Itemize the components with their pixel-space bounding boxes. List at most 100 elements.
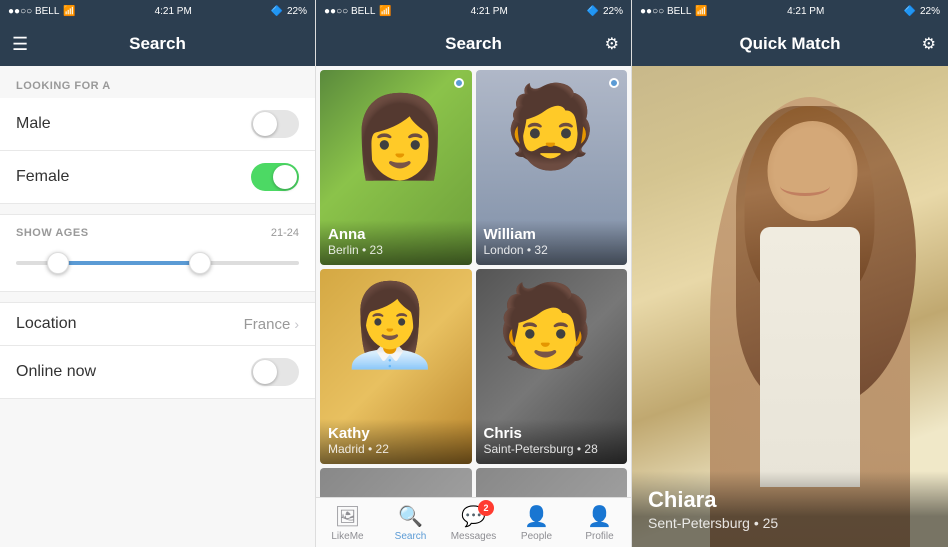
likeme-icon: 🖼	[335, 504, 360, 529]
online-indicator-anna	[454, 78, 464, 88]
tab-messages[interactable]: 💬 2 Messages	[442, 498, 505, 547]
tab-likeme[interactable]: 🖼 LikeMe	[316, 498, 379, 547]
filter-icon-3[interactable]: ⚙	[922, 34, 936, 54]
location-label: Location	[16, 315, 77, 333]
carrier-1: ●●○○ BELL	[8, 6, 59, 17]
age-section: SHOW AGES 21-24	[0, 214, 315, 292]
bluetooth-icon-1: 🔷	[271, 6, 283, 17]
result-name-kathy: Kathy	[328, 425, 464, 442]
status-right-2: 🔷 22%	[587, 6, 623, 17]
status-left-2: ●●○○ BELL 📶	[324, 6, 392, 17]
slider-thumb-left[interactable]	[47, 252, 69, 274]
female-toggle[interactable]	[251, 163, 299, 191]
quickmatch-name: Chiara	[648, 487, 932, 513]
results-grid-container: Anna Berlin • 23 William London • 32 Kat…	[316, 66, 631, 497]
filters-body: LOOKING FOR A Male Female SHOW AGES 21-2…	[0, 66, 315, 547]
tab-people[interactable]: 👤 People	[505, 498, 568, 547]
location-value-text: France	[244, 316, 291, 333]
female-label: Female	[16, 168, 69, 186]
tab-bar: 🖼 LikeMe 🔍 Search 💬 2 Messages 👤 People …	[316, 497, 631, 547]
battery-3: 22%	[920, 6, 940, 17]
slider-fill	[58, 261, 200, 265]
result-location-chris: Saint-Petersburg • 28	[484, 442, 620, 456]
filter-icon-2[interactable]: ⚙	[605, 34, 619, 54]
smile-shape	[780, 176, 830, 196]
quickmatch-location-sep: •	[754, 515, 763, 531]
quickmatch-location-text: Sent-Petersburg	[648, 515, 750, 531]
bluetooth-icon-2: 🔷	[587, 6, 599, 17]
online-indicator-william	[609, 78, 619, 88]
search-icon: 🔍	[398, 504, 423, 529]
slider-thumb-right[interactable]	[189, 252, 211, 274]
nav-bar-1: ☰ Search	[0, 22, 315, 66]
result-card-william[interactable]: William London • 32	[476, 70, 628, 265]
search-label: Search	[395, 531, 427, 542]
slider-track	[16, 261, 299, 265]
card-info-william: William London • 32	[476, 220, 628, 265]
result-card-anna[interactable]: Anna Berlin • 23	[320, 70, 472, 265]
body-shape	[760, 227, 860, 487]
messages-label: Messages	[451, 531, 497, 542]
panel-search-results: ●●○○ BELL 📶 4:21 PM 🔷 22% Search ⚙ Anna …	[316, 0, 632, 547]
online-filter-row: Online now	[0, 346, 315, 399]
status-right-1: 🔷 22%	[271, 6, 307, 17]
people-label: People	[521, 531, 552, 542]
wifi-icon-3: 📶	[695, 6, 707, 17]
quickmatch-location: Sent-Petersburg • 25	[648, 515, 932, 531]
battery-2: 22%	[603, 6, 623, 17]
messages-icon: 💬 2	[461, 504, 486, 529]
male-toggle[interactable]	[251, 110, 299, 138]
location-value: France ›	[244, 316, 299, 333]
result-name-anna: Anna	[328, 226, 464, 243]
result-card-chris[interactable]: Chris Saint-Petersburg • 28	[476, 269, 628, 464]
quickmatch-overlay: Chiara Sent-Petersburg • 25	[632, 471, 948, 547]
card-info-kathy: Kathy Madrid • 22	[320, 419, 472, 464]
card-info-chris: Chris Saint-Petersburg • 28	[476, 419, 628, 464]
nav-bar-2: Search ⚙	[316, 22, 631, 66]
nav-bar-3: Quick Match ⚙	[632, 22, 948, 66]
result-card-partial-1[interactable]	[320, 468, 472, 497]
status-bar-3: ●●○○ BELL 📶 4:21 PM 🔷 22%	[632, 0, 948, 22]
age-header: SHOW AGES 21-24	[0, 215, 315, 243]
carrier-2: ●●○○ BELL	[324, 6, 375, 17]
status-left-3: ●●○○ BELL 📶	[640, 6, 708, 17]
female-filter-row: Female	[0, 151, 315, 204]
time-1: 4:21 PM	[155, 6, 192, 17]
age-slider-container	[0, 243, 315, 291]
results-grid: Anna Berlin • 23 William London • 32 Kat…	[320, 70, 627, 497]
quickmatch-age: 25	[763, 515, 779, 531]
battery-1: 22%	[287, 6, 307, 17]
time-3: 4:21 PM	[787, 6, 824, 17]
people-icon: 👤	[524, 504, 549, 529]
profile-label: Profile	[585, 531, 613, 542]
location-filter-row[interactable]: Location France ›	[0, 302, 315, 346]
male-filter-row: Male	[0, 98, 315, 151]
tab-profile[interactable]: 👤 Profile	[568, 498, 631, 547]
likeme-label: LikeMe	[331, 531, 363, 542]
bluetooth-icon-3: 🔷	[904, 6, 916, 17]
result-card-kathy[interactable]: Kathy Madrid • 22	[320, 269, 472, 464]
hamburger-icon[interactable]: ☰	[12, 34, 28, 55]
looking-for-label: LOOKING FOR A	[0, 66, 315, 98]
messages-badge: 2	[478, 500, 494, 516]
wifi-icon-1: 📶	[63, 6, 75, 17]
nav-title-3: Quick Match	[739, 34, 840, 54]
quickmatch-content[interactable]: Chiara Sent-Petersburg • 25	[632, 66, 948, 547]
age-range-value: 21-24	[271, 227, 299, 239]
wifi-icon-2: 📶	[379, 6, 391, 17]
online-toggle[interactable]	[251, 358, 299, 386]
result-card-partial-2[interactable]	[476, 468, 628, 497]
male-label: Male	[16, 115, 51, 133]
result-name-william: William	[484, 226, 620, 243]
time-2: 4:21 PM	[471, 6, 508, 17]
status-bar-2: ●●○○ BELL 📶 4:21 PM 🔷 22%	[316, 0, 631, 22]
tab-search[interactable]: 🔍 Search	[379, 498, 442, 547]
status-right-3: 🔷 22%	[904, 6, 940, 17]
face-shape	[768, 121, 858, 221]
nav-title-1: Search	[129, 34, 186, 54]
card-info-anna: Anna Berlin • 23	[320, 220, 472, 265]
status-left-1: ●●○○ BELL 📶	[8, 6, 76, 17]
panel-quick-match: ●●○○ BELL 📶 4:21 PM 🔷 22% Quick Match ⚙ …	[632, 0, 948, 547]
nav-title-2: Search	[445, 34, 502, 54]
online-label: Online now	[16, 363, 96, 381]
